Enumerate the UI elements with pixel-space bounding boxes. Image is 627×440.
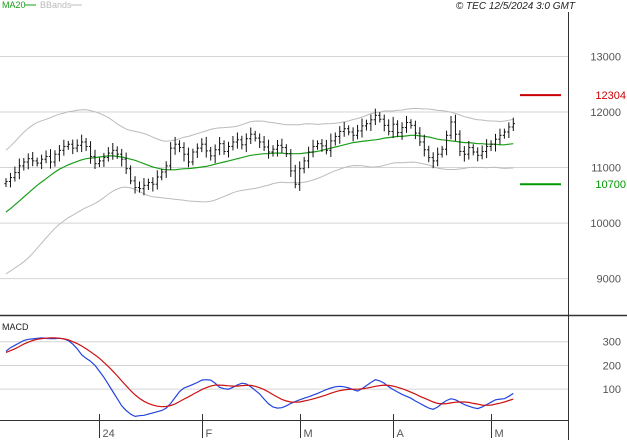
x-tick-label: A [397, 428, 405, 440]
macd-panel-label: MACD [2, 322, 29, 332]
macd-y-tick: 200 [603, 360, 621, 372]
stock-chart: MA20 BBands © TEC 12/5/2024 3:0 GMT 1230… [0, 0, 627, 440]
macd-y-tick: 100 [603, 384, 621, 396]
legend-bbands: BBands [40, 0, 72, 10]
copyright-stamp: © TEC 12/5/2024 3:0 GMT [456, 1, 576, 12]
level-label: 10700 [595, 179, 626, 191]
price-y-tick: 11000 [591, 163, 621, 175]
x-tick-label: F [206, 428, 213, 440]
legend-ma20: MA20 [2, 0, 26, 10]
x-tick-label: 24 [103, 428, 115, 440]
price-y-tick: 13000 [590, 51, 621, 63]
x-tick-label: M [304, 428, 313, 440]
price-y-tick: 12000 [590, 107, 621, 119]
chart-background [0, 0, 627, 440]
price-y-tick: 9000 [597, 274, 621, 286]
x-tick-label: M [495, 428, 504, 440]
macd-y-tick-labels: 100 200 300 [603, 337, 621, 396]
macd-y-tick: 300 [603, 337, 621, 349]
price-y-tick: 10000 [590, 218, 621, 230]
level-label: 12304 [595, 90, 626, 102]
